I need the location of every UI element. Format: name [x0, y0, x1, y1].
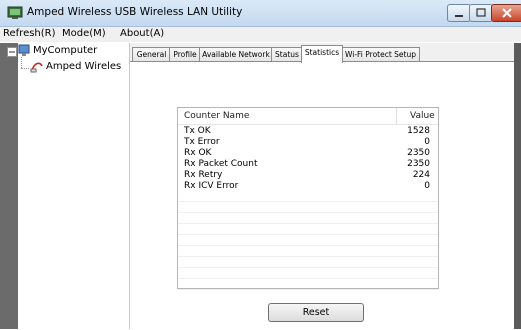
grid-line [178, 212, 438, 213]
grid-line [178, 256, 438, 257]
grid-line [178, 245, 438, 246]
maximize-button[interactable] [469, 4, 493, 22]
menu-refresh[interactable]: Refresh(R) [3, 28, 56, 39]
right-border [514, 43, 521, 329]
column-header-value[interactable]: Value [410, 108, 435, 124]
tree-node-adapter[interactable]: Amped Wireles [46, 61, 121, 72]
counter-name-cell: Rx ICV Error [184, 181, 239, 191]
table-row[interactable]: Rx Retry 224 [178, 170, 438, 181]
statistics-table: Counter Name Value Tx OK 1528 Tx Error 0 Rx … [177, 107, 439, 290]
computer-icon [18, 44, 30, 56]
counter-value-cell: 0 [424, 181, 430, 191]
device-tree [18, 43, 130, 329]
counter-name-cell: Rx OK [184, 148, 212, 158]
counter-name-cell: Tx Error [184, 137, 220, 147]
counter-value-cell: 0 [424, 137, 430, 147]
counter-value-cell: 1528 [407, 126, 430, 136]
tree-connector [21, 68, 29, 69]
tab-status[interactable]: Status [271, 47, 303, 62]
column-header-counter-name[interactable]: Counter Name [184, 108, 249, 124]
table-row[interactable]: Tx Error 0 [178, 137, 438, 148]
grid-line [178, 201, 438, 202]
tab-profile[interactable]: Profile [169, 47, 201, 62]
grid-line [178, 234, 438, 235]
counter-value-cell: 2350 [407, 148, 430, 158]
menu-about[interactable]: About(A) [120, 28, 164, 39]
table-row[interactable]: Rx ICV Error 0 [178, 181, 438, 192]
tree-collapse-toggle[interactable] [7, 47, 17, 57]
window-title: Amped Wireless USB Wireless LAN Utility [27, 6, 243, 18]
tab-wifi-protect-setup[interactable]: Wi-Fi Protect Setup [341, 47, 420, 62]
grid-line [178, 289, 438, 290]
title-bar: Amped Wireless USB Wireless LAN Utility [0, 0, 521, 27]
table-row[interactable]: Rx Packet Count 2350 [178, 159, 438, 170]
table-row[interactable]: Tx OK 1528 [178, 126, 438, 137]
minus-icon [9, 51, 15, 53]
close-button[interactable] [491, 4, 521, 22]
table-row[interactable]: Rx OK 2350 [178, 148, 438, 159]
column-separator [396, 108, 397, 124]
minimize-icon [455, 15, 463, 17]
app-window: Amped Wireless USB Wireless LAN Utility … [0, 0, 521, 330]
menu-bar: Refresh(R) Mode(M) About(A) [0, 27, 521, 42]
header-divider [178, 124, 438, 125]
tree-node-mycomputer[interactable]: MyComputer [33, 45, 97, 56]
maximize-icon [476, 8, 486, 17]
tab-statistics[interactable]: Statistics [301, 45, 343, 63]
counter-value-cell: 224 [412, 170, 430, 180]
grid-line [178, 278, 438, 279]
menu-mode[interactable]: Mode(M) [62, 28, 106, 39]
counter-value-cell: 2350 [407, 159, 430, 169]
reset-button[interactable]: Reset [268, 303, 364, 322]
grid-line [178, 223, 438, 224]
wireless-utility-icon [7, 6, 23, 19]
tab-general[interactable]: General [132, 47, 171, 62]
grid-line [178, 267, 438, 268]
close-icon [502, 8, 512, 18]
counter-name-cell: Rx Retry [184, 170, 223, 180]
counter-name-cell: Rx Packet Count [184, 159, 258, 169]
usb-adapter-icon [30, 62, 43, 73]
tree-connector [21, 57, 22, 68]
minimize-button[interactable] [447, 4, 471, 22]
left-border [0, 43, 18, 329]
counter-name-cell: Tx OK [184, 126, 211, 136]
tab-available-network[interactable]: Available Network [199, 47, 273, 62]
